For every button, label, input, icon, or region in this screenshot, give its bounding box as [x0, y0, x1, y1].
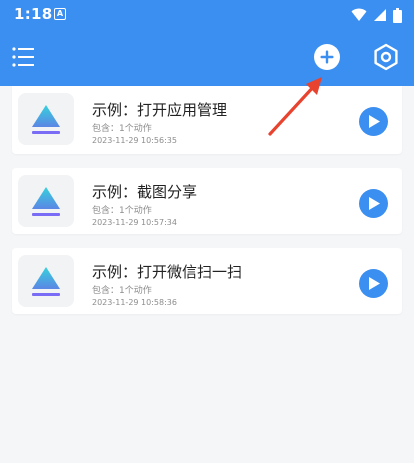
- task-card[interactable]: 示例：打开微信扫一扫 包含：1个动作 2023-11-29 10:58:36: [12, 248, 402, 314]
- task-title: 示例：截图分享: [92, 183, 198, 201]
- wifi-icon: [351, 8, 367, 21]
- task-icon: [18, 255, 74, 307]
- add-task-button[interactable]: [314, 44, 340, 70]
- task-timestamp: 2023-11-29 10:58:36: [92, 298, 177, 307]
- task-title: 示例：打开微信扫一扫: [92, 263, 243, 281]
- task-icon: [18, 175, 74, 227]
- task-timestamp: 2023-11-29 10:56:35: [92, 136, 177, 145]
- task-title: 示例：打开应用管理: [92, 101, 228, 119]
- play-icon: [369, 277, 380, 290]
- signal-icon: [374, 9, 386, 21]
- task-icon: [18, 93, 74, 145]
- task-card[interactable]: 示例：截图分享 包含：1个动作 2023-11-29 10:57:34: [12, 168, 402, 234]
- menu-icon: [12, 47, 34, 67]
- triangle-icon: [32, 267, 60, 296]
- task-action-count: 包含：1个动作: [92, 124, 152, 134]
- status-bar: 1:18 A: [0, 0, 414, 30]
- play-icon: [369, 197, 380, 210]
- toolbar: [0, 30, 414, 86]
- task-action-count: 包含：1个动作: [92, 286, 152, 296]
- settings-button[interactable]: [372, 43, 400, 71]
- settings-hexagon-icon: [374, 43, 398, 71]
- run-task-button[interactable]: [359, 107, 388, 136]
- status-time: 1:18: [14, 5, 53, 23]
- task-card[interactable]: 示例：打开应用管理 包含：1个动作 2023-11-29 10:56:35: [12, 86, 402, 154]
- play-icon: [369, 115, 380, 128]
- app-screen: 1:18 A 示例：打开应用管理 包含：1个动作 2023-11-29 10:5…: [0, 0, 414, 463]
- triangle-icon: [32, 187, 60, 216]
- add-circle-icon: [314, 44, 340, 70]
- run-task-button[interactable]: [359, 269, 388, 298]
- app-notification-icon: A: [54, 8, 66, 20]
- task-action-count: 包含：1个动作: [92, 206, 152, 216]
- status-indicators: [351, 7, 402, 23]
- battery-icon: [393, 7, 402, 23]
- triangle-icon: [32, 105, 60, 134]
- run-task-button[interactable]: [359, 189, 388, 218]
- menu-button[interactable]: [12, 46, 36, 70]
- task-timestamp: 2023-11-29 10:57:34: [92, 218, 177, 227]
